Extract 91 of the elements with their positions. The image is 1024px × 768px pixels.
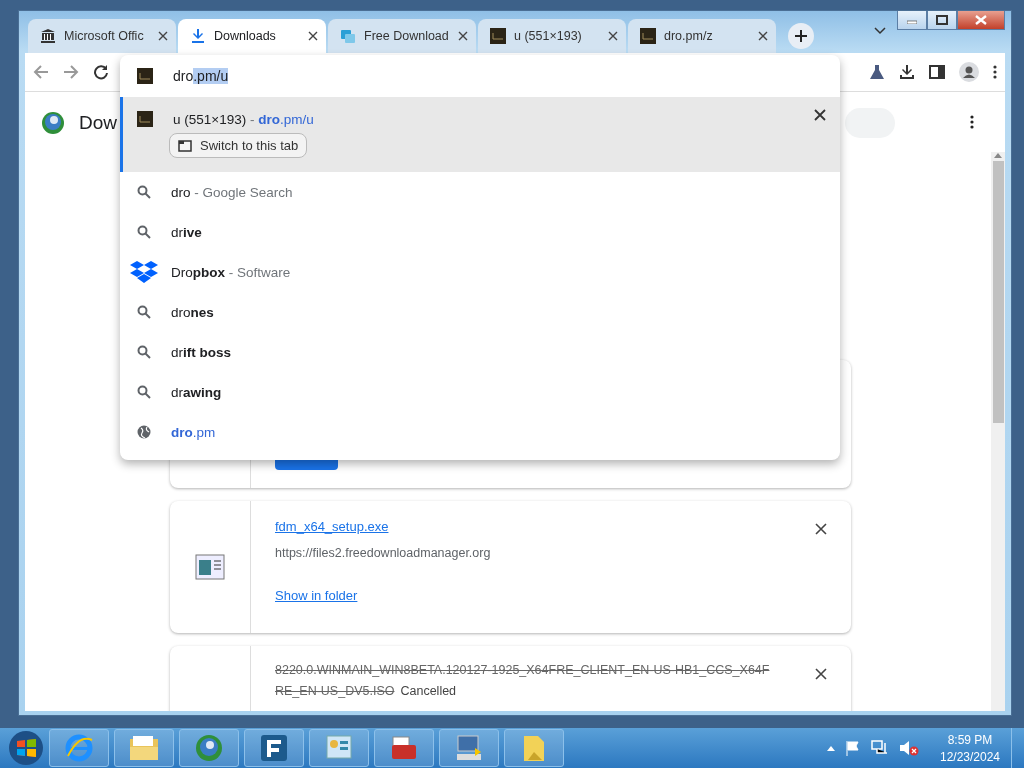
taskbar-app[interactable] <box>374 729 434 767</box>
close-icon[interactable] <box>458 31 468 41</box>
search-icon <box>137 305 151 319</box>
menu-icon[interactable] <box>993 64 997 80</box>
suggestion-item[interactable]: drones <box>120 292 840 332</box>
suggestion-text: drift boss <box>171 344 232 360</box>
dropbox-icon <box>130 260 158 284</box>
close-icon[interactable] <box>308 31 318 41</box>
new-tab-button[interactable] <box>788 23 814 49</box>
taskbar-app[interactable] <box>244 729 304 767</box>
search-icon <box>137 225 151 239</box>
suggestion-item[interactable]: drawing <box>120 372 840 412</box>
thumbnail-icon <box>640 28 656 44</box>
speaker-muted-icon[interactable] <box>899 740 919 756</box>
browser-e-icon <box>65 734 93 762</box>
taskbar-app[interactable] <box>114 729 174 767</box>
suggestion-item[interactable]: drift boss <box>120 332 840 372</box>
globe-logo-icon <box>41 111 65 135</box>
close-icon[interactable] <box>758 31 768 41</box>
file-name-status: 8220.0.WINMAIN_WIN8BETA.120127-1925_X64FRE_CLIENT_EN-US-HB1_CCS_X64FRE_EN-US_DV5.ISO Cancelled <box>275 662 771 700</box>
folder-icon <box>522 734 546 762</box>
thumbnail-icon <box>137 111 153 127</box>
flag-icon[interactable] <box>845 740 861 756</box>
suggestion-text: drawing <box>171 384 222 400</box>
side-panel-icon[interactable] <box>929 64 945 80</box>
suggestion-item[interactable]: dro - Google Search <box>120 172 840 212</box>
caret-icon[interactable] <box>874 27 886 35</box>
scroll-up-icon[interactable] <box>994 152 1002 158</box>
folder-icon <box>129 735 159 761</box>
forward-icon[interactable] <box>63 64 79 80</box>
suggestion-text: dro.pm <box>171 424 216 440</box>
transfer-icon <box>340 28 356 44</box>
maximize-icon <box>936 15 948 25</box>
network-icon[interactable] <box>871 740 889 756</box>
maximize-button[interactable] <box>927 11 957 30</box>
download-icon <box>190 28 206 44</box>
suggestion-text: dro - Google Search <box>171 184 293 200</box>
switch-tab-button[interactable]: Switch to this tab <box>169 133 308 158</box>
control-panel-icon <box>325 734 353 762</box>
close-icon[interactable] <box>815 523 827 535</box>
file-link[interactable]: fdm_x64_setup.exe <box>275 519 389 534</box>
scrollbar-thumb[interactable] <box>992 161 1004 423</box>
browser-tab[interactable]: u (551×193) <box>478 19 626 53</box>
suggestion-item[interactable]: drive <box>120 212 840 252</box>
computer-icon <box>455 734 483 762</box>
plus-icon <box>794 29 808 43</box>
close-icon[interactable] <box>815 668 827 680</box>
suggestion-item[interactable]: u (551×193) - dro.pm/u Switch to this tab <box>120 97 840 172</box>
suggestion-text: drones <box>171 304 214 320</box>
close-icon[interactable] <box>158 31 168 41</box>
address-field[interactable]: dro.pm/u <box>120 55 840 97</box>
search-icon <box>137 345 151 359</box>
arrow-box-icon <box>260 734 288 762</box>
tab-icon <box>178 139 192 152</box>
browser-tab[interactable]: Microsoft Offic <box>28 19 176 53</box>
back-icon[interactable] <box>33 64 49 80</box>
close-button[interactable] <box>957 11 1005 30</box>
source-url: https://files2.freedownloadmanager.org <box>275 546 492 560</box>
thumbnail-icon <box>490 28 506 44</box>
suggestion-text: Dropbox - Software <box>171 264 291 280</box>
search-icon <box>137 385 151 399</box>
search-icon <box>137 185 151 199</box>
menu-icon[interactable] <box>970 114 974 130</box>
thumbnail-icon <box>137 68 153 84</box>
globe-icon <box>195 734 223 762</box>
start-orb-icon[interactable] <box>8 730 44 766</box>
download-icon[interactable] <box>899 64 915 80</box>
suggestion-item[interactable]: dro.pm <box>120 412 840 452</box>
taskbar-app[interactable] <box>309 729 369 767</box>
taskbar-app[interactable] <box>439 729 499 767</box>
suggestion-text: drive <box>171 224 202 240</box>
show-in-folder-link[interactable]: Show in folder <box>275 588 358 603</box>
browser-tab[interactable]: dro.pm/z <box>628 19 776 53</box>
close-icon[interactable] <box>814 109 826 121</box>
suggestion-text: u (551×193) - dro.pm/u <box>173 111 314 127</box>
close-icon[interactable] <box>608 31 618 41</box>
globe-icon <box>137 425 151 439</box>
suggestion-item[interactable]: Dropbox - Software <box>120 252 840 292</box>
up-arrow-icon[interactable] <box>827 745 835 751</box>
installer-icon <box>195 554 225 580</box>
minimize-button[interactable] <box>897 11 927 30</box>
browser-tab[interactable]: Downloads <box>178 19 326 53</box>
browser-tab[interactable]: Free Download <box>328 19 476 53</box>
clock[interactable]: 8:59 PM 12/23/2024 <box>934 732 1006 764</box>
close-icon <box>975 15 987 25</box>
profile-icon[interactable] <box>959 62 979 82</box>
reload-icon[interactable] <box>93 64 109 80</box>
toolbox-icon <box>390 735 418 761</box>
flask-icon[interactable] <box>869 64 885 80</box>
building-icon <box>40 28 56 44</box>
page-title: Dow <box>79 112 117 134</box>
